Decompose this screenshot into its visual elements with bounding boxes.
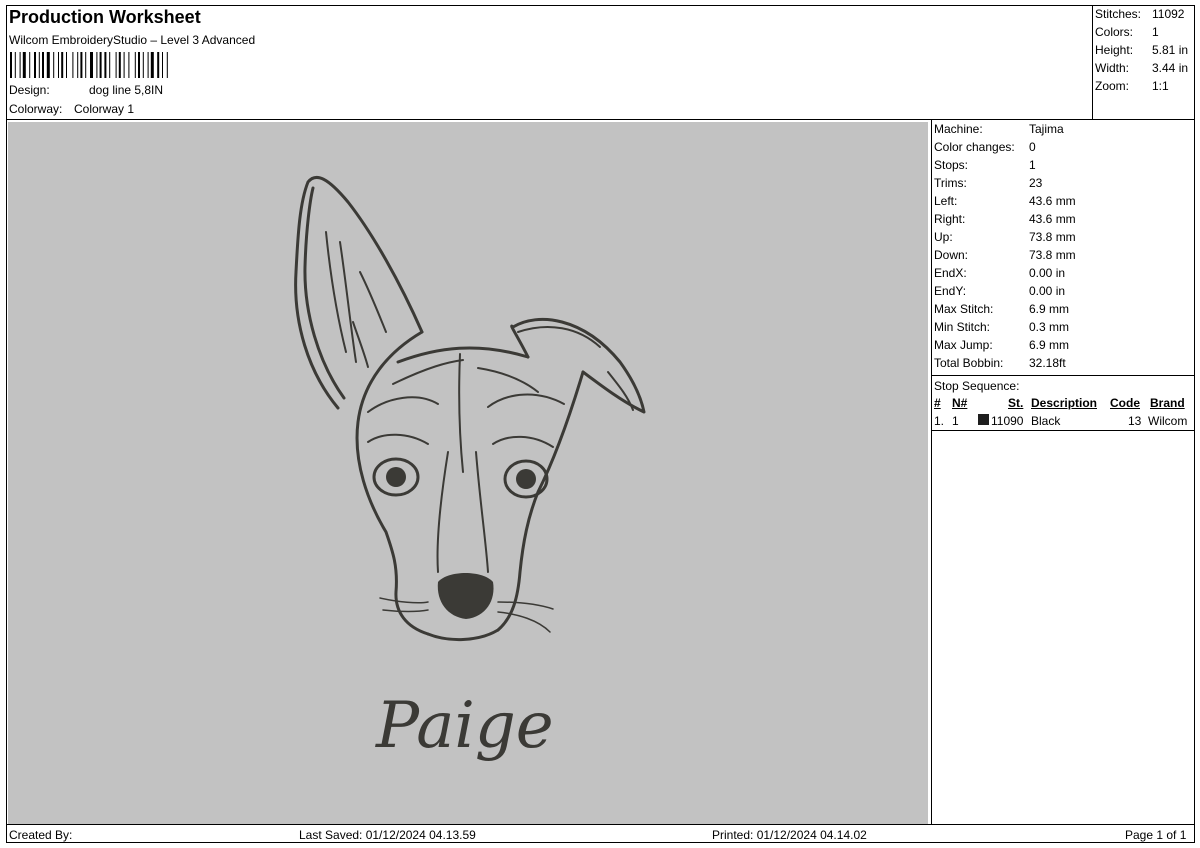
barcode-bar	[96, 52, 98, 78]
production-worksheet: Production Worksheet Wilcom EmbroiderySt…	[6, 5, 1195, 843]
page-number: Page 1 of 1	[1125, 828, 1187, 842]
created-by: Created By:	[9, 828, 73, 842]
summary-box: Stitches: 11092 Colors: 1 Height: 5.81 in W…	[1092, 6, 1194, 119]
barcode-bar	[29, 52, 31, 78]
barcode-bar	[90, 52, 93, 78]
detail-row: Down: 73.8 mm	[934, 248, 1076, 262]
design-preview: Paige	[8, 122, 928, 825]
barcode-bar	[19, 52, 21, 78]
col-header-num: #	[934, 396, 941, 410]
barcode-bar	[118, 52, 121, 78]
barcode-bar	[66, 52, 67, 78]
colorway-value: Colorway 1	[74, 102, 135, 116]
barcode-bar	[80, 52, 83, 78]
barcode-bar	[77, 52, 79, 78]
detail-row: Max Jump: 6.9 mm	[934, 338, 1070, 352]
col-header-code: Code	[1110, 396, 1140, 410]
barcode-bar	[109, 52, 111, 78]
detail-row: Left: 43.6 mm	[934, 194, 1076, 208]
stop-num: 1.	[934, 414, 945, 428]
detail-row: Min Stitch: 0.3 mm	[934, 320, 1070, 334]
stop-sequence-divider	[932, 375, 1194, 376]
barcode-bar	[142, 52, 144, 78]
stop-stitches: 11090	[991, 414, 1024, 428]
barcode-bar	[53, 52, 55, 78]
detail-row: Color changes: 0	[934, 140, 1036, 154]
barcode-bar	[128, 52, 130, 78]
page-title: Production Worksheet	[9, 7, 201, 27]
summary-row: Width: 3.44 in	[1095, 61, 1189, 75]
barcode-bar	[38, 52, 40, 78]
detail-row: Max Stitch: 6.9 mm	[934, 302, 1070, 316]
embroidered-name: Paige	[375, 689, 554, 763]
barcode-bar	[34, 52, 36, 78]
detail-row: Total Bobbin: 32.18ft	[934, 356, 1066, 370]
barcode-bar	[157, 52, 160, 78]
col-header-brand: Brand	[1150, 396, 1185, 410]
design-row: Design: dog line 5,8IN	[9, 83, 163, 97]
software-name: Wilcom EmbroideryStudio – Level 3 Advanc…	[9, 33, 256, 47]
stop-sequence-title: Stop Sequence:	[934, 379, 1020, 393]
colorway-row: Colorway: Colorway 1	[9, 102, 134, 116]
col-header-needle: N#	[952, 396, 968, 410]
col-header-description: Description	[1031, 396, 1098, 410]
colorway-label: Colorway:	[9, 102, 63, 116]
detail-row: Stops: 1	[934, 158, 1036, 172]
design-value: dog line 5,8IN	[89, 83, 164, 97]
barcode-bar	[46, 52, 50, 78]
detail-row: EndX: 0.00 in	[934, 266, 1066, 280]
col-header-stitches: St.	[1008, 396, 1024, 410]
detail-row: Machine: Tajima	[934, 122, 1064, 136]
barcode-bar	[99, 52, 102, 78]
barcode-bar	[22, 52, 26, 78]
summary-row: Stitches: 11092	[1095, 7, 1185, 21]
stop-code: 13	[1128, 414, 1142, 428]
thread-color-swatch	[978, 414, 989, 425]
barcode-bar	[162, 52, 163, 78]
details-panel: Machine: Tajima Color changes: 0 Stops: 1 T…	[932, 120, 1194, 825]
barcode-bar	[138, 52, 140, 78]
barcode-bar	[104, 52, 107, 78]
dog-embroidery-image: Paige	[294, 176, 646, 763]
stop-description: Black	[1031, 414, 1061, 428]
worksheet-header: Production Worksheet Wilcom EmbroiderySt…	[7, 6, 1094, 119]
stop-brand: Wilcom	[1148, 414, 1188, 428]
barcode-bar	[134, 52, 136, 78]
summary-row: Height: 5.81 in	[1095, 43, 1189, 57]
barcode-bar	[85, 52, 87, 78]
barcode-bar	[115, 52, 117, 78]
summary-row: Colors: 1	[1095, 25, 1159, 39]
barcode-bar	[58, 52, 59, 78]
barcode-bar	[10, 52, 12, 78]
printed-date: Printed: 01/12/2024 04.14.02	[712, 828, 867, 842]
last-saved: Last Saved: 01/12/2024 04.13.59	[299, 828, 476, 842]
barcode-bar	[61, 52, 64, 78]
barcode-bar	[42, 52, 44, 78]
barcode	[10, 52, 168, 78]
detail-row: Right: 43.6 mm	[934, 212, 1076, 226]
barcode-bar	[123, 52, 125, 78]
summary-row: Zoom: 1:1	[1095, 79, 1169, 93]
barcode-bar	[147, 52, 149, 78]
barcode-bar	[166, 52, 168, 78]
barcode-bar	[14, 52, 16, 78]
design-label: Design:	[9, 83, 50, 97]
barcode-bar	[150, 52, 154, 78]
detail-row: Up: 73.8 mm	[934, 230, 1076, 244]
footer-divider	[7, 824, 1194, 825]
detail-row: EndY: 0.00 in	[934, 284, 1066, 298]
barcode-bar	[72, 52, 74, 78]
stop-needle: 1	[952, 414, 959, 428]
stop-sequence-end-divider	[932, 430, 1194, 431]
detail-row: Trims: 23	[934, 176, 1043, 190]
